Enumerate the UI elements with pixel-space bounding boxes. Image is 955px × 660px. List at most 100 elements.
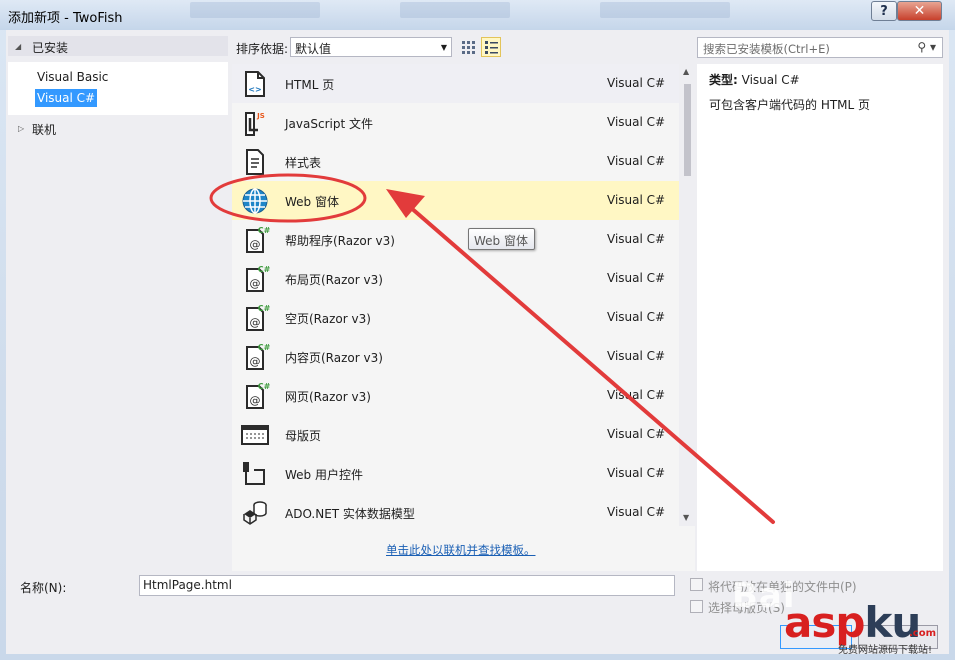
globe-icon xyxy=(242,188,268,214)
template-row-entity-model[interactable]: ADO.NET 实体数据模型 Visual C# xyxy=(232,493,679,532)
template-row-razor-webpage[interactable]: @ C# 网页(Razor v3) Visual C# xyxy=(232,376,679,415)
template-row-razor-content[interactable]: @ C# 内容页(Razor v3) Visual C# xyxy=(232,337,679,376)
template-language: Visual C# xyxy=(607,76,666,90)
template-name: Web 用户控件 xyxy=(285,468,363,482)
template-row-razor-layout[interactable]: @ C# 布局页(Razor v3) Visual C# xyxy=(232,259,679,298)
svg-text:@: @ xyxy=(250,394,261,407)
template-name: 内容页(Razor v3) xyxy=(285,351,383,365)
template-row-html-page[interactable]: <> HTML 页 Visual C# xyxy=(232,64,679,103)
template-language: Visual C# xyxy=(607,232,666,246)
window-title: 添加新项 - TwoFish xyxy=(8,11,123,26)
small-icons-view-button[interactable] xyxy=(458,37,478,57)
details-view-button[interactable] xyxy=(481,37,501,57)
template-row-stylesheet[interactable]: 样式表 Visual C# xyxy=(232,142,679,181)
template-language: Visual C# xyxy=(607,271,666,285)
background-window-ghost xyxy=(400,2,510,18)
razor-icon: @ C# xyxy=(246,265,270,292)
razor-icon: @ C# xyxy=(246,382,270,409)
template-row-javascript[interactable]: JS JavaScript 文件 Visual C# xyxy=(232,103,679,142)
svg-text:@: @ xyxy=(250,355,261,368)
background-window-ghost xyxy=(190,2,320,18)
template-description: 可包含客户端代码的 HTML 页 xyxy=(709,98,871,112)
template-language: Visual C# xyxy=(607,193,666,207)
template-row-web-forms[interactable]: Web 窗体 Visual C# xyxy=(232,181,679,220)
installed-header[interactable]: ◢ 已安装 xyxy=(8,36,228,56)
template-type: 类型: Visual C# xyxy=(709,71,800,88)
template-name: 样式表 xyxy=(285,156,322,170)
close-button[interactable]: ✕ xyxy=(897,1,942,21)
installed-header-label: 已安装 xyxy=(32,41,69,55)
template-name: 网页(Razor v3) xyxy=(285,390,371,404)
template-row-user-control[interactable]: Web 用户控件 Visual C# xyxy=(232,454,679,493)
svg-text:C#: C# xyxy=(258,265,270,274)
template-name: ADO.NET 实体数据模型 xyxy=(285,507,415,521)
template-row-master-page[interactable]: 母版页 Visual C# xyxy=(232,415,679,454)
template-language: Visual C# xyxy=(607,388,666,402)
scroll-down-icon[interactable]: ▼ xyxy=(683,513,689,522)
chevron-down-icon: ▼ xyxy=(440,43,447,52)
tree-item-visual-csharp[interactable]: Visual C# xyxy=(35,89,98,107)
template-name: 空页(Razor v3) xyxy=(285,312,371,326)
tooltip: Web 窗体 xyxy=(468,228,535,250)
svg-text:C#: C# xyxy=(258,304,270,313)
aspku-logo: aspku xyxy=(784,598,921,647)
svg-text:C#: C# xyxy=(258,382,270,391)
online-header[interactable]: ▷ 联机 xyxy=(8,118,228,138)
template-language: Visual C# xyxy=(607,427,666,441)
razor-icon: @ C# xyxy=(246,304,270,331)
template-language: Visual C# xyxy=(607,310,666,324)
template-category-tree: Visual Basic Visual C# xyxy=(8,62,228,115)
template-row-razor-empty[interactable]: @ C# 空页(Razor v3) Visual C# xyxy=(232,298,679,337)
sort-label: 排序依据: xyxy=(236,42,289,56)
svg-text:JS: JS xyxy=(256,112,265,120)
expand-triangle-icon[interactable]: ▷ xyxy=(18,124,24,133)
entity-model-icon xyxy=(243,501,267,525)
razor-icon: @ C# xyxy=(246,226,270,253)
description-pane xyxy=(697,64,943,571)
template-language: Visual C# xyxy=(607,349,666,363)
background-window-ghost xyxy=(600,2,730,18)
search-templates-input[interactable]: 搜索已安装模板(Ctrl+E) ⚲ ▾ xyxy=(697,37,943,58)
title-bar: 添加新项 - TwoFish ? ✕ xyxy=(0,0,955,30)
sort-dropdown-value: 默认值 xyxy=(295,42,332,56)
html-page-icon: <> xyxy=(245,71,265,97)
name-label: 名称(N): xyxy=(20,581,67,595)
template-name: Web 窗体 xyxy=(285,195,339,209)
tree-item-visual-basic[interactable]: Visual Basic xyxy=(35,68,110,86)
scroll-up-icon[interactable]: ▲ xyxy=(683,67,689,76)
name-field[interactable]: HtmlPage.html xyxy=(139,575,675,596)
template-name: 布局页(Razor v3) xyxy=(285,273,383,287)
list-view-icon xyxy=(485,41,498,54)
razor-icon: @ C# xyxy=(246,343,270,370)
collapse-triangle-icon[interactable]: ◢ xyxy=(15,42,21,51)
template-name: JavaScript 文件 xyxy=(285,117,373,131)
type-value: Visual C# xyxy=(741,73,800,87)
help-button[interactable]: ? xyxy=(871,1,897,21)
aspku-logo-domain: .com xyxy=(909,628,937,639)
user-control-icon xyxy=(243,462,265,485)
svg-text:@: @ xyxy=(250,277,261,290)
template-language: Visual C# xyxy=(607,466,666,480)
select-master-page-checkbox[interactable] xyxy=(690,600,703,613)
svg-text:@: @ xyxy=(250,238,261,251)
svg-text:C#: C# xyxy=(258,343,270,352)
svg-text:@: @ xyxy=(250,316,261,329)
aspku-subtitle: 免费网站源码下载站! xyxy=(838,645,933,656)
template-language: Visual C# xyxy=(607,154,666,168)
online-header-label: 联机 xyxy=(32,123,57,137)
search-icon[interactable]: ⚲ ▾ xyxy=(917,40,936,54)
type-label: 类型: xyxy=(709,73,738,87)
sort-dropdown[interactable]: 默认值 ▼ xyxy=(290,37,452,57)
stylesheet-icon xyxy=(246,149,264,175)
grid-view-icon xyxy=(462,41,475,54)
template-language: Visual C# xyxy=(607,505,666,519)
template-name: HTML 页 xyxy=(285,78,335,92)
separate-code-file-checkbox[interactable] xyxy=(690,578,703,591)
template-row-razor-helper[interactable]: @ C# 帮助程序(Razor v3) Visual C# xyxy=(232,220,679,259)
find-templates-online-link[interactable]: 单击此处以联机并查找模板。 xyxy=(386,542,536,558)
javascript-file-icon: JS xyxy=(245,112,265,136)
search-placeholder: 搜索已安装模板(Ctrl+E) xyxy=(703,42,830,56)
svg-text:<>: <> xyxy=(248,85,261,94)
template-name: 帮助程序(Razor v3) xyxy=(285,234,395,248)
scrollbar-thumb[interactable] xyxy=(684,84,691,176)
